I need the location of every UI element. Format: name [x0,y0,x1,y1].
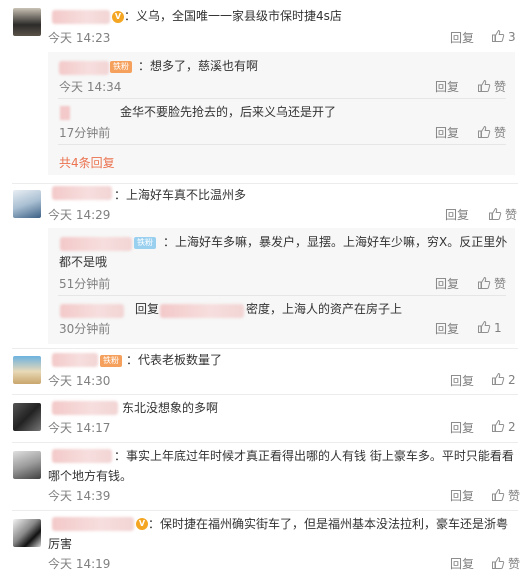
avatar[interactable] [13,451,41,479]
comment-text-continued: 厉害 [48,537,73,551]
like-button[interactable]: 1 [477,320,502,335]
comment-time: 今天 14:39 [48,489,111,503]
avatar[interactable] [13,519,41,547]
divider [12,183,518,184]
reply-time: 17分钟前 [59,126,111,140]
avatar[interactable] [13,356,41,384]
fan-badge: 铁粉 [110,61,132,73]
like-count: 1 [494,321,502,335]
like-button[interactable]: 赞 [488,206,517,223]
reply-text: ：上海好车多嘛，暴发户，显摆。上海好车少嘛，穷X。反正里外 [163,235,508,249]
divider [12,442,518,443]
username[interactable] [52,353,98,367]
username[interactable] [59,61,109,75]
thumb-up-icon [478,79,491,92]
like-label: 赞 [505,208,518,222]
reply-button[interactable]: 回复 [450,555,474,572]
like-button[interactable]: 赞 [491,487,520,504]
like-button[interactable]: 赞 [477,124,506,141]
thumb-up-icon [478,125,491,138]
comment-time: 今天 14:30 [48,374,111,388]
reply-button[interactable]: 回复 [435,78,459,95]
like-button[interactable]: 2 [491,419,516,434]
username[interactable] [60,237,132,251]
mentioned-user[interactable] [160,304,244,318]
fan-badge: 铁粉 [134,237,156,249]
like-label: 赞 [508,557,521,571]
reply-text: 金华不要脸先抢去的，后来义乌还是开了 [120,105,337,119]
like-button[interactable]: 2 [491,372,516,387]
comment-text: 东北没想象的多啊 [122,401,219,415]
divider [12,510,518,511]
like-button[interactable]: 赞 [477,78,506,95]
like-count: 3 [508,30,516,44]
comment-text-continued: 哪个地方有钱。 [48,469,133,483]
divider [58,144,506,145]
reply-button[interactable]: 回复 [450,29,474,46]
vip-icon: V [112,11,124,23]
like-count: 2 [508,420,516,434]
reply-time: 今天 14:34 [59,80,122,94]
thumb-up-icon [478,276,491,289]
reply-button[interactable]: 回复 [450,372,474,389]
divider [12,348,518,349]
avatar[interactable] [13,403,41,431]
reply-button[interactable]: 回复 [435,275,459,292]
divider [58,98,506,99]
comment-text: ：义乌，全国唯一一家县级市保时捷4s店 [124,9,342,23]
username[interactable] [52,10,110,24]
like-label: 赞 [494,80,507,94]
reply-button[interactable]: 回复 [450,419,474,436]
comment-time: 今天 14:19 [48,557,111,571]
username[interactable] [52,517,134,531]
reply-button[interactable]: 回复 [445,206,469,223]
thumb-up-icon [492,488,505,501]
thumb-up-icon [478,320,491,333]
reply-button[interactable]: 回复 [435,124,459,141]
fan-badge: 铁粉 [100,355,122,367]
comment-time: 今天 14:29 [48,208,111,222]
more-replies-link[interactable]: 共4条回复 [59,154,115,171]
thumb-up-icon [492,419,505,432]
like-button[interactable]: 3 [491,29,516,44]
comment-time: 今天 14:17 [48,421,111,435]
username[interactable] [52,186,112,200]
reply-time: 51分钟前 [59,277,111,291]
comment-text: ：上海好车真不比温州多 [114,188,247,202]
reply-text: ：想多了，慈溪也有啊 [138,59,259,73]
divider [58,295,506,296]
reply-button[interactable]: 回复 [450,487,474,504]
username[interactable] [60,106,70,120]
reply-text: 密度，上海人的资产在房子上 [246,302,403,316]
thumb-up-icon [492,29,505,42]
like-button[interactable]: 赞 [477,275,506,292]
like-label: 赞 [508,489,521,503]
like-count: 2 [508,373,516,387]
like-label: 赞 [494,277,507,291]
reply-prefix: 回复 [135,302,160,316]
comment-time: 今天 14:23 [48,31,111,45]
like-label: 赞 [494,126,507,140]
thumb-up-icon [492,556,505,569]
reply-text-continued: 都不是哦 [59,255,108,269]
divider [12,394,518,395]
comment-text: ：事实上年底过年时候才真正看得出哪的人有钱 街上豪车多。平时只能看看 [114,449,514,463]
username[interactable] [52,401,118,415]
comment-text: ：代表老板数量了 [126,353,223,367]
comment-text: ：保时捷在福州确实街车了，但是福州基本没法拉利，豪车还是浙粤 [148,517,509,531]
thumb-up-icon [489,207,502,220]
avatar[interactable] [13,8,41,36]
reply-time: 30分钟前 [59,322,111,336]
like-button[interactable]: 赞 [491,555,520,572]
vip-icon: V [136,518,148,530]
avatar[interactable] [13,190,41,218]
username[interactable] [52,449,112,463]
reply-button[interactable]: 回复 [435,320,459,337]
username[interactable] [60,304,124,318]
thumb-up-icon [492,372,505,385]
